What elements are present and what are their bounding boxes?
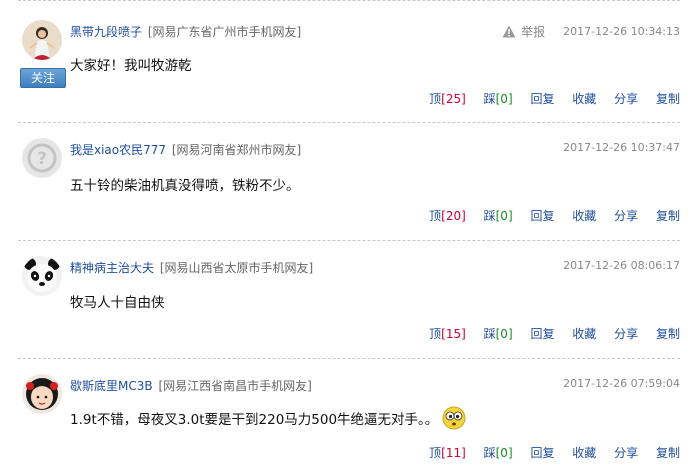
downvote-button[interactable]: 踩[0] [484, 446, 513, 460]
comment-right-meta: 举报 2017-12-26 10:34:13 [502, 23, 680, 40]
panda-avatar-icon[interactable] [22, 256, 62, 296]
comment-timestamp: 2017-12-26 10:34:13 [563, 25, 680, 38]
upvote-button[interactable]: 顶[11] [429, 446, 466, 460]
comment-text: 1.9t不错，母夜叉3.0t要是干到220马力500牛绝逼无对手。。 [70, 412, 439, 428]
dizzy-face-emoji-icon [442, 406, 466, 430]
report-button[interactable]: 举报 [502, 23, 545, 40]
copy-button[interactable]: 复制 [656, 446, 680, 460]
user-location: [网易广东省广州市手机网友] [147, 25, 302, 39]
default-user-avatar-icon[interactable]: ? [22, 138, 62, 178]
comment-meta: 歇斯底里MC3B [网易江西省南昌市手机网友] [70, 377, 312, 394]
username-link[interactable]: 我是xiao农民777 [70, 143, 166, 157]
warning-icon [502, 25, 516, 38]
user-location: [网易山西省太原市手机网友] [159, 261, 314, 275]
upvote-count: [11] [441, 446, 466, 460]
comment-meta: 精神病主治大夫 [网易山西省太原市手机网友] [70, 259, 313, 276]
downvote-button[interactable]: 踩[0] [484, 327, 513, 341]
top-divider [18, 0, 680, 4]
comment-item: 歇斯底里MC3B [网易江西省南昌市手机网友] 2017-12-26 07:59… [18, 374, 680, 474]
share-button[interactable]: 分享 [614, 446, 638, 460]
reply-button[interactable]: 回复 [530, 209, 554, 223]
username-link[interactable]: 精神病主治大夫 [70, 261, 154, 275]
comment-right-meta: 2017-12-26 08:06:17 [563, 259, 680, 272]
comment-meta: 黑带九段喷子 [网易广东省广州市手机网友] [70, 23, 301, 40]
comment-timestamp: 2017-12-26 10:37:47 [563, 141, 680, 154]
upvote-count: [20] [441, 209, 466, 223]
upvote-button[interactable]: 顶[25] [429, 92, 466, 106]
comment-timestamp: 2017-12-26 08:06:17 [563, 259, 680, 272]
upvote-count: [15] [441, 327, 466, 341]
comment-timestamp: 2017-12-26 07:59:04 [563, 377, 680, 390]
comment-item: 关注 黑带九段喷子 [网易广东省广州市手机网友] 举报 2017-12-26 1… [18, 20, 680, 116]
comment-actions: 顶[25] 踩[0] 回复 收藏 分享 复制 [415, 90, 680, 107]
favorite-button[interactable]: 收藏 [572, 209, 596, 223]
upvote-button[interactable]: 顶[20] [429, 209, 466, 223]
follow-button[interactable]: 关注 [20, 68, 66, 88]
reply-button[interactable]: 回复 [530, 327, 554, 341]
comment-actions: 顶[15] 踩[0] 回复 收藏 分享 复制 [415, 325, 680, 342]
favorite-button[interactable]: 收藏 [572, 446, 596, 460]
upvote-count: [25] [441, 92, 466, 106]
upvote-button[interactable]: 顶[15] [429, 327, 466, 341]
comment-text: 五十铃的柴油机真没得喷，铁粉不少。 [70, 178, 300, 194]
reply-button[interactable]: 回复 [530, 92, 554, 106]
copy-button[interactable]: 复制 [656, 209, 680, 223]
username-link[interactable]: 歇斯底里MC3B [70, 379, 153, 393]
comment-item: ? 我是xiao农民777 [网易河南省郑州市网友] 2017-12-26 10… [18, 138, 680, 230]
downvote-button[interactable]: 踩[0] [484, 209, 513, 223]
favorite-button[interactable]: 收藏 [572, 92, 596, 106]
comment-text: 牧马人十自由侠 [70, 295, 165, 311]
user-location: [网易江西省南昌市手机网友] [158, 379, 312, 393]
comment-text: 大家好！我叫牧游乾 [70, 58, 192, 74]
comment-actions: 顶[11] 踩[0] 回复 收藏 分享 复制 [415, 444, 680, 461]
comment-divider [18, 240, 680, 241]
comment-actions: 顶[20] 踩[0] 回复 收藏 分享 复制 [415, 207, 680, 224]
downvote-count: [0] [495, 209, 513, 223]
comment-item: 精神病主治大夫 [网易山西省太原市手机网友] 2017-12-26 08:06:… [18, 256, 680, 348]
cartoon-girl-avatar-icon[interactable] [22, 374, 62, 414]
comment-right-meta: 2017-12-26 10:37:47 [563, 141, 680, 154]
comment-right-meta: 2017-12-26 07:59:04 [563, 377, 680, 390]
downvote-button[interactable]: 踩[0] [484, 92, 513, 106]
comment-divider [18, 122, 680, 123]
share-button[interactable]: 分享 [614, 209, 638, 223]
share-button[interactable]: 分享 [614, 92, 638, 106]
comment-text-row: 1.9t不错，母夜叉3.0t要是干到220马力500牛绝逼无对手。。 [70, 406, 466, 430]
copy-button[interactable]: 复制 [656, 327, 680, 341]
svg-text:?: ? [37, 149, 47, 169]
favorite-button[interactable]: 收藏 [572, 327, 596, 341]
downvote-count: [0] [495, 327, 513, 341]
downvote-count: [0] [495, 446, 513, 460]
copy-button[interactable]: 复制 [656, 92, 680, 106]
reply-button[interactable]: 回复 [530, 446, 554, 460]
downvote-count: [0] [495, 92, 513, 106]
share-button[interactable]: 分享 [614, 327, 638, 341]
username-link[interactable]: 黑带九段喷子 [70, 25, 142, 39]
comment-meta: 我是xiao农民777 [网易河南省郑州市网友] [70, 141, 301, 158]
dancer-avatar-icon[interactable] [22, 20, 62, 60]
user-location: [网易河南省郑州市网友] [171, 143, 302, 157]
report-label: 举报 [521, 25, 546, 39]
comment-divider [18, 358, 680, 359]
